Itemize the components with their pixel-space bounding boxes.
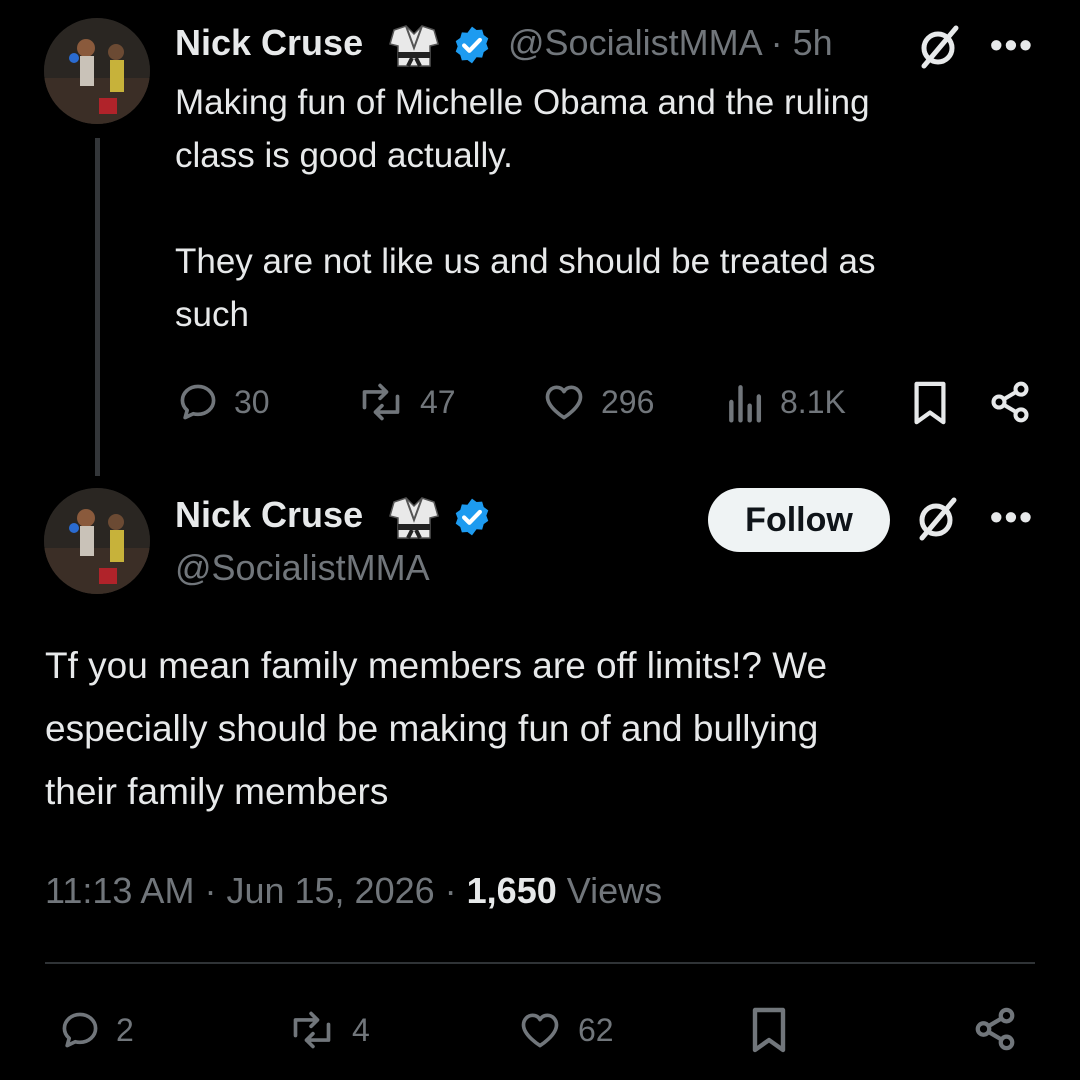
author-name[interactable]: Nick Cruse (175, 22, 363, 64)
tweet-text-line: such (175, 295, 249, 334)
divider (45, 962, 1035, 964)
views-button[interactable]: 8.1K (726, 380, 846, 424)
thread-line (95, 138, 100, 476)
avatar[interactable] (44, 488, 150, 594)
reply-button[interactable]: 30 (176, 380, 270, 424)
share-icon[interactable] (988, 380, 1032, 429)
follow-button[interactable]: Follow (708, 488, 890, 552)
like-button[interactable]: 62 (516, 1008, 614, 1052)
separator-dot: · (770, 22, 783, 63)
repost-count: 47 (420, 383, 456, 420)
repost-button[interactable]: 47 (356, 380, 456, 424)
reply-icon (62, 1012, 98, 1048)
more-options-icon[interactable]: ••• (990, 496, 1034, 538)
repost-count: 4 (352, 1011, 370, 1048)
tweet-text-line: especially should be making fun of and b… (45, 708, 819, 749)
author-handle[interactable]: @SocialistMMA (508, 22, 761, 63)
tweet-text-line: class is good actually. (175, 136, 513, 175)
tweet-text: Tf you mean family members are off limit… (45, 634, 1055, 823)
tweet-text-line: Tf you mean family members are off limit… (45, 645, 828, 686)
tweet-time[interactable]: 11:13 AM (45, 870, 194, 911)
author-handle[interactable]: @SocialistMMA (175, 547, 430, 589)
repost-icon (293, 1011, 331, 1049)
like-count: 296 (601, 383, 655, 420)
views-label: Views (566, 870, 663, 911)
tweet-timestamp: 11:13 AM · Jun 15, 2026 · 1,650 Views (45, 870, 663, 911)
heart-icon (521, 1013, 559, 1048)
share-icon[interactable] (972, 1006, 1018, 1057)
tweet-text: Making fun of Michelle Obama and the rul… (175, 76, 1055, 341)
verified-badge-icon[interactable] (451, 24, 493, 71)
reply-count: 30 (234, 383, 270, 420)
tweet-date[interactable]: Jun 15, 2026 (226, 870, 434, 911)
karate-gi-emoji-icon (388, 496, 440, 545)
tweet-age[interactable]: 5h (793, 22, 833, 63)
verified-badge-icon[interactable] (451, 496, 493, 543)
like-count: 62 (578, 1011, 614, 1048)
heart-icon (545, 385, 583, 420)
grok-icon[interactable] (914, 496, 960, 547)
analytics-icon (729, 385, 762, 423)
avatar[interactable] (44, 18, 150, 124)
reply-button[interactable]: 2 (58, 1008, 134, 1052)
repost-button[interactable]: 4 (286, 1008, 370, 1052)
karate-gi-emoji-icon (388, 24, 440, 73)
view-count: 8.1K (780, 383, 846, 420)
bookmark-icon[interactable] (748, 1006, 790, 1059)
tweet-text-line: They are not like us and should be treat… (175, 242, 876, 281)
repost-icon (362, 383, 400, 421)
tweet-text-line: Making fun of Michelle Obama and the rul… (175, 83, 870, 122)
author-name[interactable]: Nick Cruse (175, 494, 363, 536)
grok-icon[interactable] (916, 24, 962, 75)
views-count[interactable]: 1,650 (467, 870, 557, 911)
more-options-icon[interactable]: ••• (990, 24, 1034, 66)
like-button[interactable]: 296 (541, 380, 654, 424)
reply-icon (180, 384, 216, 420)
reply-count: 2 (116, 1011, 134, 1048)
tweet-text-line: their family members (45, 771, 389, 812)
bookmark-icon[interactable] (910, 380, 950, 431)
